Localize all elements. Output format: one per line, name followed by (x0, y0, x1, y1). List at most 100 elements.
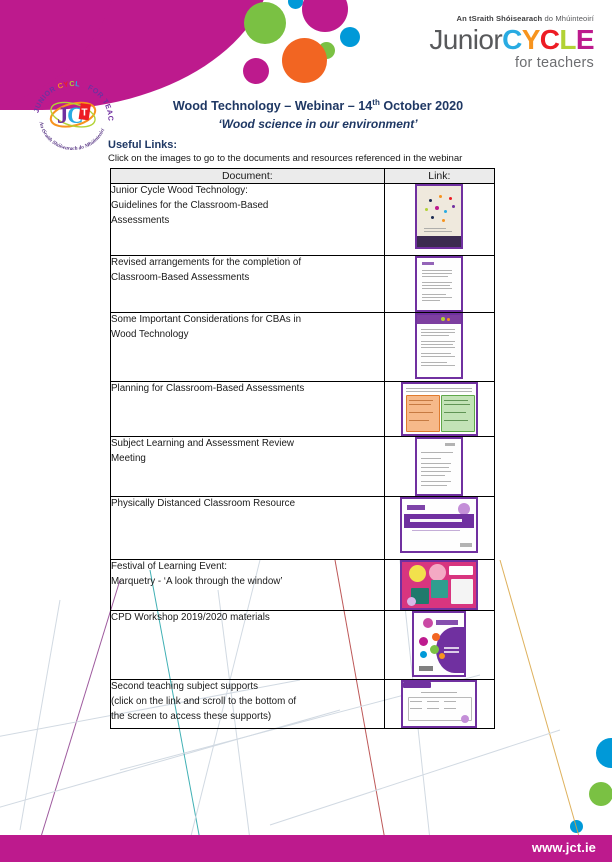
thumb-text-line (422, 276, 449, 277)
thumb-text-line (443, 420, 468, 421)
thumb-text-line (421, 481, 452, 482)
link-cell (383, 255, 496, 313)
deco-circle-blue-right (340, 27, 360, 47)
useful-links-table: Document: Link: Junior Cycle Wood Techno… (110, 168, 496, 729)
thumb-text-line (443, 404, 470, 405)
thumb-background (417, 258, 462, 310)
svg-text:T: T (81, 108, 88, 119)
link-cell (383, 381, 496, 437)
jct-circular-logo: JUNIOR CYCLE FOR TEACHERS An tSraith Shó… (30, 76, 115, 150)
thumb-text-line (421, 335, 450, 336)
thumb-panel-white (451, 579, 474, 604)
link-cell (383, 183, 496, 256)
deco-circle-green-large (244, 2, 286, 44)
table-row: Festival of Learning Event: Marquetry - … (110, 559, 496, 611)
brand-word-e: E (575, 24, 595, 55)
thumb-text-line (427, 701, 440, 702)
thumb-text-line (421, 458, 442, 459)
thumb-background (417, 315, 462, 377)
thumb-subject-text (444, 651, 460, 653)
document-title-cell: Festival of Learning Event: Marquetry - … (110, 559, 385, 611)
thumb-text-line (421, 692, 458, 693)
thumb-text-line (422, 270, 453, 271)
thumb-text-line (421, 362, 448, 363)
table-header-row: Document: Link: (110, 168, 496, 184)
table-row: Planning for Classroom-Based Assessments (110, 381, 496, 437)
instruction-text: Click on the images to go to the documen… (108, 153, 463, 164)
brand-subtitle: for teachers (515, 55, 594, 71)
thumb-text-line (421, 347, 456, 348)
thumb-text-line (422, 297, 453, 298)
thumb-subject-text (444, 647, 460, 649)
cpd-workshop-thumbnail[interactable] (412, 611, 467, 677)
thumb-window-shape (431, 580, 449, 598)
thumb-text-line (408, 412, 433, 413)
thumb-text-line (410, 701, 423, 702)
document-title-cell: Planning for Classroom-Based Assessments (110, 381, 385, 437)
thumb-text-line (443, 412, 466, 413)
document-title-cell: CPD Workshop 2019/2020 materials (110, 610, 385, 680)
document-title-cell: Subject Learning and Assessment Review M… (110, 436, 385, 497)
page-title-tail: October 2020 (379, 99, 464, 114)
thumb-logo-mark (422, 262, 435, 265)
thumb-text-line (424, 228, 447, 229)
thumb-text-line (421, 353, 452, 354)
link-cell (383, 559, 496, 611)
junior-cycle-brand-logo: An tSraith Shóisearach do Mhúinteoirí Ju… (394, 14, 594, 72)
deco-circle-blue-edge (596, 738, 612, 768)
thumb-text-line (421, 485, 448, 486)
document-title-cell: Revised arrangements for the completion … (110, 255, 385, 313)
festival-of-learning-thumbnail[interactable] (400, 560, 479, 610)
brand-wordmark: JuniorCYCLE (394, 26, 594, 54)
deco-circle-orange (282, 38, 327, 83)
table-row: Subject Learning and Assessment Review M… (110, 436, 496, 497)
thumb-text-line (421, 329, 456, 330)
thumb-text-line (422, 285, 451, 286)
title-block: Wood Technology – Webinar – 14th October… (118, 98, 518, 133)
planning-cba-thumbnail[interactable] (400, 382, 478, 436)
table-row: CPD Workshop 2019/2020 materials (110, 610, 496, 680)
thumb-text-line (422, 282, 453, 283)
page-title: Wood Technology – Webinar – 14th October… (118, 98, 518, 115)
thumb-text-line (444, 701, 457, 702)
page-subtitle: ‘Wood science in our environment’ (218, 117, 418, 132)
link-cell (383, 312, 496, 382)
thumb-text-line (422, 288, 453, 289)
footer-bar: www.jct.ie (0, 835, 612, 862)
thumb-purple-blob (436, 627, 465, 673)
thumb-logo-mark (436, 620, 459, 625)
link-cell (383, 610, 496, 680)
brand-word-c1: C (502, 24, 522, 55)
thumb-text-line (421, 475, 446, 476)
useful-links-heading: Useful Links: (108, 139, 178, 151)
physically-distanced-resource-thumbnail[interactable] (400, 497, 479, 553)
table-row: Junior Cycle Wood Technology: Guidelines… (110, 183, 496, 256)
document-title-cell: Second teaching subject supports (click … (110, 679, 385, 729)
thumb-text-line (422, 300, 441, 301)
slar-meeting-thumbnail[interactable] (415, 437, 464, 496)
revised-arrangements-thumbnail[interactable] (415, 256, 464, 312)
guidelines-cover-thumbnail[interactable] (415, 184, 464, 249)
thumb-text-line (421, 365, 456, 366)
thumb-text-line (422, 273, 453, 274)
thumb-text-line (421, 463, 452, 464)
thumb-text-line (408, 404, 431, 405)
brand-word-l: L (559, 24, 576, 55)
thumb-text-line (421, 341, 456, 342)
thumb-text-line (405, 391, 472, 392)
thumb-footer-band (417, 236, 462, 247)
thumb-text-line (421, 471, 452, 472)
brand-word-junior: Junior (429, 24, 503, 55)
footer-website-url[interactable]: www.jct.ie (532, 840, 596, 855)
thumb-footer-mark (460, 543, 473, 547)
thumb-text-line (405, 388, 472, 389)
document-title-cell: Some Important Considerations for CBAs i… (110, 312, 385, 382)
important-considerations-thumbnail[interactable] (415, 313, 464, 379)
thumb-text-line (444, 708, 457, 709)
thumb-text-line (427, 708, 440, 709)
second-teaching-supports-thumbnail[interactable] (401, 680, 478, 728)
thumb-text-line (421, 332, 456, 333)
thumb-panel-white (449, 566, 474, 575)
thumb-logo-mark (407, 505, 426, 510)
brand-word-c2: C (539, 24, 560, 55)
